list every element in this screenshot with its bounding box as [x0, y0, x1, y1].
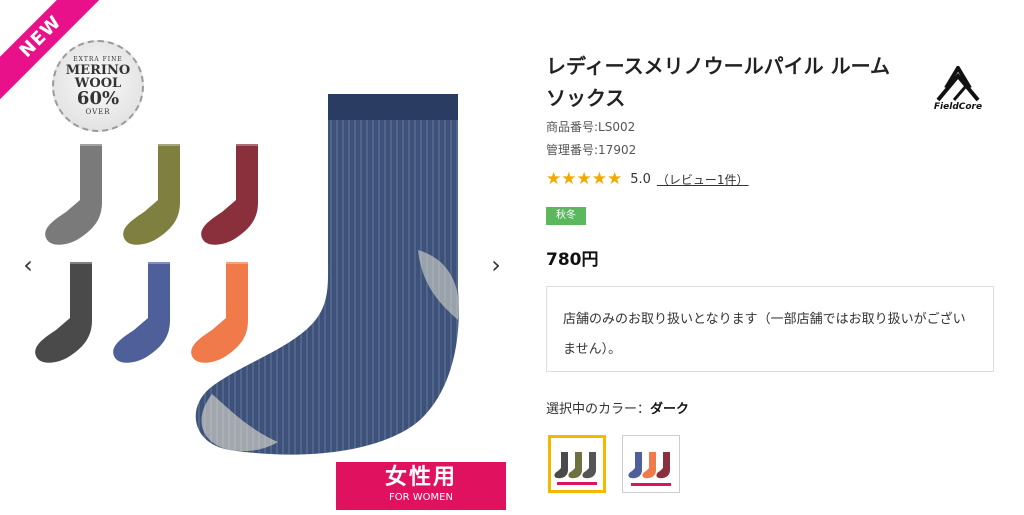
for-women-badge: 女性用 FOR WOMEN [336, 462, 506, 510]
color-swatch-dark[interactable] [548, 435, 606, 493]
management-number: 管理番号:17902 [546, 143, 637, 157]
selected-color-prefix: 選択中のカラー： [546, 402, 651, 417]
main-product-sock-image [195, 94, 459, 455]
store-only-notice: 店舗のみのお取り扱いとなります（一部店舗ではお取り扱いがございません）。 [546, 286, 994, 372]
color-swatch-light[interactable] [622, 435, 680, 493]
brand-mountain-icon [936, 64, 980, 102]
sock-thumb-gray [45, 144, 102, 245]
rating-value: 5.0 [630, 171, 651, 187]
women-badge-sublabel: FOR WOMEN [389, 492, 453, 503]
swatch-dark-image [554, 452, 597, 485]
seal-top-text: EXTRA FINE [73, 56, 123, 63]
next-image-arrow-icon[interactable]: › [484, 250, 508, 280]
merino-wool-seal: EXTRA FINE MERINO WOOL 60% OVER [52, 40, 144, 132]
product-gallery: NEW EXTRA FINE MERINO WOOL 60% OVER ‹ › … [0, 0, 530, 515]
star-rating-icon: ★★★★★ [546, 169, 623, 189]
product-price: 780円 [546, 250, 599, 270]
sock-thumb-charcoal [35, 262, 92, 363]
women-badge-label: 女性用 [384, 465, 457, 490]
review-count-link[interactable]: （レビュー1件） [657, 171, 749, 188]
product-title: レディースメリノウールパイル ルームソックス [546, 54, 890, 110]
item-number: 商品番号:LS002 [546, 120, 636, 134]
product-info-panel: レディースメリノウールパイル ルームソックス FieldCore 商品番号:LS… [546, 0, 1006, 515]
sock-thumb-navy [113, 262, 170, 363]
selected-color-value: ダーク [650, 402, 690, 417]
brand-logo[interactable]: FieldCore [928, 64, 988, 118]
rating-row: ★★★★★ 5.0 （レビュー1件） [546, 168, 749, 190]
seal-percent: 60% [76, 88, 120, 109]
season-tag: 秋冬 [546, 207, 586, 225]
selected-color-label: 選択中のカラー：ダーク [546, 398, 689, 417]
swatch-light-image [628, 452, 671, 486]
prev-image-arrow-icon[interactable]: ‹ [16, 250, 40, 280]
brand-name: FieldCore [933, 102, 983, 112]
seal-bottom-text: OVER [85, 108, 111, 116]
sock-thumb-olive [123, 144, 180, 245]
